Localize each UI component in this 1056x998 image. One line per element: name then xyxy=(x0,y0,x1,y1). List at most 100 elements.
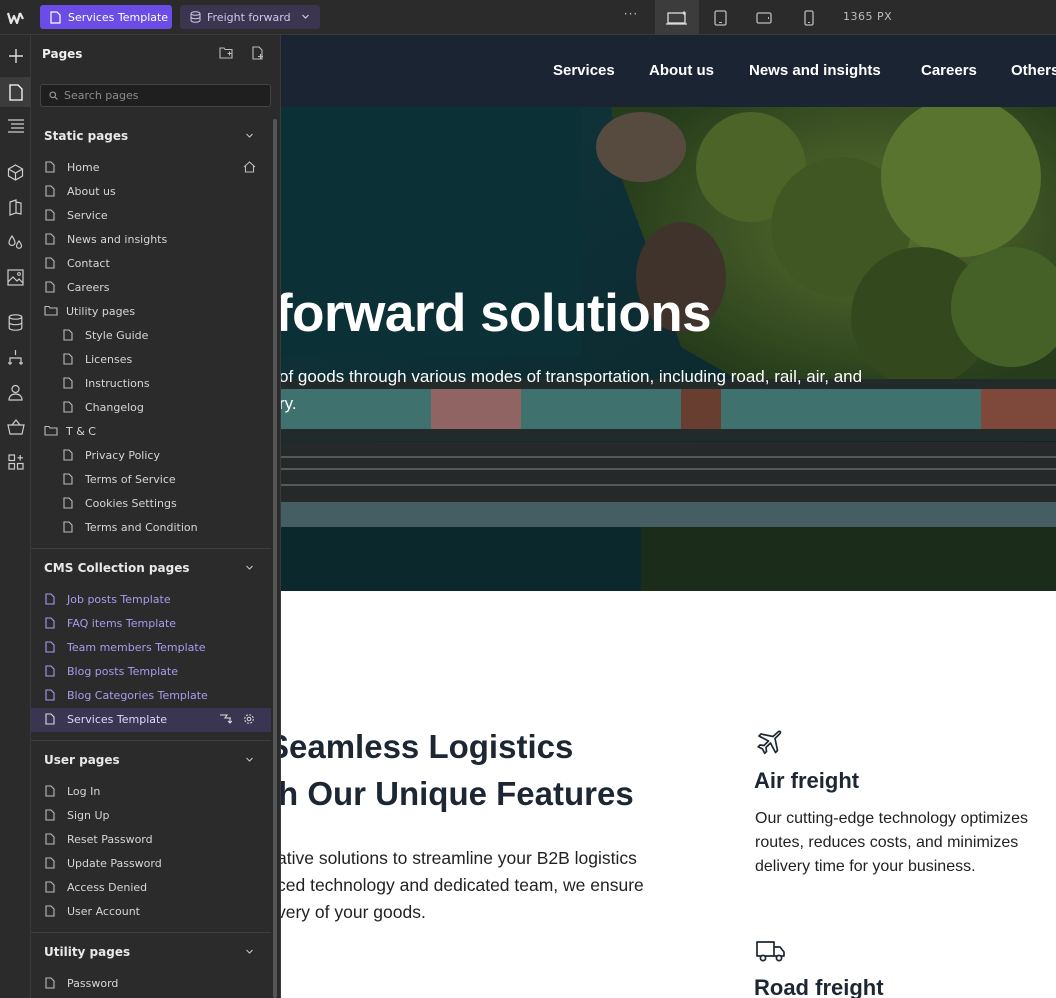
new-page-icon[interactable] xyxy=(252,46,264,60)
cms-item[interactable]: Job posts Template xyxy=(31,588,271,612)
page-item[interactable]: About us xyxy=(31,180,271,204)
cms-item-label: Blog posts Template xyxy=(67,665,178,678)
section-user-pages: User pages xyxy=(44,753,120,767)
card-title-road-freight: Road freight xyxy=(754,975,884,998)
page-item[interactable]: Log In xyxy=(31,780,271,804)
page-item[interactable]: Cookies Settings xyxy=(31,492,271,516)
page-icon xyxy=(45,809,55,821)
page-item[interactable]: News and insights xyxy=(31,228,271,252)
page-item[interactable]: Style Guide xyxy=(31,324,271,348)
collection-item-selector[interactable]: Freight forward xyxy=(180,5,320,29)
page-item[interactable]: Service xyxy=(31,204,271,228)
page-link-icon[interactable] xyxy=(219,713,232,725)
components-button[interactable] xyxy=(0,157,31,187)
cms-button[interactable] xyxy=(0,307,31,337)
page-item[interactable]: Terms of Service xyxy=(31,468,271,492)
top-toolbar: Services Template Freight forward ··· 13… xyxy=(0,0,1056,35)
nav-link-about[interactable]: About us xyxy=(649,62,714,79)
navigator-button[interactable] xyxy=(0,111,31,141)
pages-button[interactable] xyxy=(0,77,31,107)
cube-icon xyxy=(7,163,24,181)
navigator-icon xyxy=(7,119,25,133)
cms-item[interactable]: FAQ items Template xyxy=(31,612,271,636)
designer-app: Services Template Freight forward ··· 13… xyxy=(0,0,1056,998)
search-pages-input[interactable] xyxy=(64,89,254,102)
breakpoint-tablet-button[interactable] xyxy=(698,0,742,35)
nav-link-others[interactable]: Others xyxy=(1011,62,1056,79)
assets-button[interactable] xyxy=(0,262,31,292)
nav-link-services[interactable]: Services xyxy=(553,62,615,79)
cms-item[interactable]: Blog Categories Template xyxy=(31,684,271,708)
page-item[interactable]: Terms and Condition xyxy=(31,516,271,540)
page-item-label: Log In xyxy=(67,785,101,798)
folder-t-and-c[interactable]: T & C xyxy=(31,420,271,444)
page-icon xyxy=(63,353,73,365)
hero-subtitle: of goods through various modes of transp… xyxy=(281,363,862,417)
panel-title: Pages xyxy=(42,47,83,61)
page-item[interactable]: Instructions xyxy=(31,372,271,396)
section-static-pages: Static pages xyxy=(44,129,129,143)
section-divider xyxy=(31,548,271,549)
section-utility-pages-collapse-chevron-icon[interactable] xyxy=(245,947,254,956)
styles-button[interactable] xyxy=(0,192,31,222)
ecommerce-button[interactable] xyxy=(0,412,31,442)
page-icon xyxy=(45,209,55,221)
page-item-label: Reset Password xyxy=(67,833,153,846)
cms-item-label: Blog Categories Template xyxy=(67,689,208,702)
page-item[interactable]: Changelog xyxy=(31,396,271,420)
variables-button[interactable] xyxy=(0,227,31,257)
breakpoint-desktop-plus-button[interactable] xyxy=(655,0,699,35)
cms-item[interactable]: Team members Template xyxy=(31,636,271,660)
nav-link-news[interactable]: News and insights xyxy=(749,62,881,79)
cms-item[interactable]: Blog posts Template xyxy=(31,660,271,684)
page-item[interactable]: Licenses xyxy=(31,348,271,372)
page-item[interactable]: Privacy Policy xyxy=(31,444,271,468)
page-item-label: Terms of Service xyxy=(85,473,176,486)
page-item[interactable]: Home xyxy=(31,156,271,180)
page-item[interactable]: Contact xyxy=(31,252,271,276)
webflow-logo-icon[interactable] xyxy=(0,0,31,35)
page-item[interactable]: Careers xyxy=(31,276,271,300)
more-options-button[interactable]: ··· xyxy=(620,7,642,27)
design-canvas[interactable]: Services About us News and insights Care… xyxy=(281,35,1056,998)
page-item[interactable]: Reset Password xyxy=(31,828,271,852)
page-icon xyxy=(45,257,55,269)
page-settings-gear-icon[interactable] xyxy=(243,713,255,725)
breakpoint-portrait-button[interactable] xyxy=(787,0,831,35)
page-item[interactable]: Sign Up xyxy=(31,804,271,828)
page-icon xyxy=(63,329,73,341)
page-icon xyxy=(63,401,73,413)
section-static-pages-collapse-chevron-icon[interactable] xyxy=(245,131,254,140)
cms-item-selected[interactable]: Services Template xyxy=(31,708,271,732)
page-item[interactable]: Password xyxy=(31,972,271,996)
folder-utility-pages-label: Utility pages xyxy=(66,305,136,318)
search-field[interactable] xyxy=(40,84,271,107)
logic-button[interactable] xyxy=(0,342,31,372)
page-item-label: Home xyxy=(67,161,100,174)
section-cms-pages-collapse-chevron-icon[interactable] xyxy=(245,563,254,572)
pages-panel: Pages Static pages Home About us Service New… xyxy=(31,35,281,998)
panel-scrollbar[interactable] xyxy=(273,119,277,998)
cms-item-label: FAQ items Template xyxy=(67,617,177,630)
page-item-label: Sign Up xyxy=(67,809,110,822)
add-elements-button[interactable] xyxy=(0,41,31,71)
site-navbar: Services About us News and insights Care… xyxy=(281,35,1056,107)
page-item[interactable]: User Account xyxy=(31,900,271,924)
breakpoint-landscape-button[interactable] xyxy=(742,0,786,35)
section-user-pages-collapse-chevron-icon[interactable] xyxy=(245,755,254,764)
current-template-button[interactable]: Services Template xyxy=(40,5,172,29)
page-icon xyxy=(63,497,73,509)
page-item[interactable]: Update Password xyxy=(31,852,271,876)
page-icon xyxy=(45,641,55,653)
page-item-label: Instructions xyxy=(85,377,150,390)
page-item[interactable]: Access Denied xyxy=(31,876,271,900)
apps-button[interactable] xyxy=(0,447,31,477)
page-item-label: Cookies Settings xyxy=(85,497,177,510)
page-icon xyxy=(63,473,73,485)
chevron-down-icon xyxy=(301,12,310,21)
nav-link-careers[interactable]: Careers xyxy=(921,62,977,79)
folder-utility-pages[interactable]: Utility pages xyxy=(31,300,271,324)
users-button[interactable] xyxy=(0,377,31,407)
image-icon xyxy=(7,268,24,286)
new-folder-icon[interactable] xyxy=(219,46,233,59)
